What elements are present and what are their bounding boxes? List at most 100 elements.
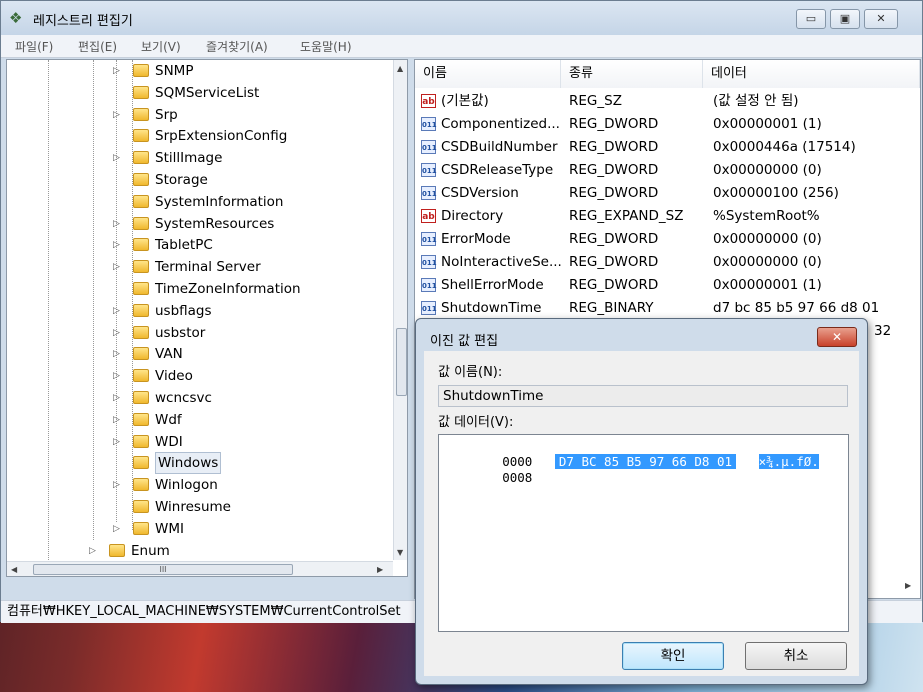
value-row[interactable]: 011 CSDBuildNumber REG_DWORD 0x0000446a (17…: [415, 136, 920, 159]
expand-arrow-icon[interactable]: ▷: [113, 409, 120, 431]
value-name: CSDBuildNumber: [441, 139, 558, 155]
tree-item-label: TabletPC: [155, 237, 213, 254]
menu-favorites[interactable]: 즐겨찾기(A): [206, 38, 268, 55]
menu-bar: 파일(F) 편집(E) 보기(V) 즐겨찾기(A) 도움말(H): [1, 35, 922, 58]
folder-icon: [133, 456, 149, 470]
expand-arrow-icon[interactable]: ▷: [113, 104, 120, 126]
value-row[interactable]: 011 ErrorMode REG_DWORD 0x00000000 (0): [415, 228, 920, 251]
key-tree-pane[interactable]: ▷ SNMP SQMServiceList ▷ Srp SrpExtensionConfi…: [6, 59, 408, 577]
scroll-up-arrow-icon[interactable]: ▲: [397, 64, 403, 73]
value-name: ShellErrorMode: [441, 277, 544, 293]
dialog-close-button[interactable]: ✕: [817, 327, 857, 347]
value-name-label: 값 이름(N):: [438, 365, 503, 380]
value-type: REG_DWORD: [569, 139, 659, 155]
folder-icon: [133, 500, 149, 513]
expand-arrow-icon[interactable]: ▷: [113, 213, 120, 235]
value-row[interactable]: ab (기본값) REG_SZ (값 설정 안 됨): [415, 90, 920, 113]
expand-arrow-icon[interactable]: ▷: [89, 540, 96, 562]
tree-scroll-thumb[interactable]: [396, 328, 407, 396]
value-row[interactable]: 011 ShutdownTime REG_BINARY d7 bc 85 b5 97 …: [415, 297, 920, 320]
scroll-left-arrow-icon[interactable]: ◀: [11, 565, 17, 574]
tree-item-label: SNMP: [155, 63, 194, 79]
value-row[interactable]: 011 CSDVersion REG_DWORD 0x00000100 (256): [415, 182, 920, 205]
folder-icon: [133, 282, 149, 295]
hex-bytes-selected[interactable]: D7 BC 85 B5 97 66 D8 01: [554, 454, 736, 469]
value-name: Directory: [441, 208, 504, 224]
status-path: 컴퓨터₩HKEY_LOCAL_MACHINE₩SYSTEM₩CurrentCon…: [7, 604, 401, 619]
cancel-button[interactable]: 취소: [745, 642, 847, 670]
value-type: REG_DWORD: [569, 231, 659, 247]
value-data: %SystemRoot%: [713, 208, 820, 224]
title-bar: ❖ 레지스트리 편집기 ▭ ▣ ✕: [1, 1, 922, 35]
tree-item-label: Storage: [155, 172, 208, 188]
tree-guide-line: [116, 60, 117, 522]
column-header-data[interactable]: 데이터: [703, 60, 920, 88]
value-data: 0x0000446a (17514): [713, 139, 856, 155]
expand-arrow-icon[interactable]: ▷: [113, 147, 120, 169]
tree-horizontal-scrollbar[interactable]: ◀ III ▶: [7, 561, 393, 576]
expand-arrow-icon[interactable]: ▷: [113, 343, 120, 365]
value-type: REG_SZ: [569, 93, 622, 109]
value-row[interactable]: 011 NoInteractiveSe... REG_DWORD 0x00000000…: [415, 251, 920, 274]
folder-icon: [109, 543, 125, 557]
expand-arrow-icon[interactable]: ▷: [113, 431, 120, 453]
expand-arrow-icon[interactable]: ▷: [113, 518, 120, 540]
value-data: (값 설정 안 됨): [713, 93, 799, 109]
expand-arrow-icon[interactable]: ▷: [113, 300, 120, 322]
binary-value-icon: 011: [421, 186, 437, 200]
tree-item-label: Wdf: [155, 411, 182, 428]
binary-value-icon: 011: [421, 163, 437, 177]
expand-arrow-icon[interactable]: ▷: [113, 365, 120, 387]
close-button[interactable]: ✕: [864, 9, 898, 29]
value-data: d7 bc 85 b5 97 66 d8 01: [713, 300, 880, 316]
folder-icon: [133, 303, 149, 317]
value-name: NoInteractiveSe...: [441, 254, 562, 270]
expand-arrow-icon[interactable]: ▷: [113, 322, 120, 344]
list-scroll-right-arrow-icon[interactable]: ▶: [905, 581, 911, 590]
value-name: (기본값): [441, 93, 489, 109]
folder-icon: [133, 151, 149, 165]
binary-value-icon: 011: [421, 140, 437, 154]
expand-arrow-icon[interactable]: ▷: [113, 474, 120, 496]
value-type: REG_BINARY: [569, 300, 654, 316]
tree-item-label: WMI: [155, 520, 184, 537]
value-type: REG_DWORD: [569, 116, 659, 132]
partial-data-text: 32: [874, 323, 892, 339]
scroll-right-arrow-icon[interactable]: ▶: [377, 565, 383, 574]
value-row[interactable]: 011 CSDReleaseType REG_DWORD 0x00000000 (0): [415, 159, 920, 182]
column-header-name[interactable]: 이름: [415, 60, 561, 88]
binary-data-editor[interactable]: 0000 D7 BC 85 B5 97 66 D8 01 ×¾.µ.fØ. 00…: [438, 434, 849, 632]
value-data: 0x00000001 (1): [713, 116, 822, 132]
value-row[interactable]: 011 Componentized... REG_DWORD 0x00000001 (…: [415, 113, 920, 136]
string-value-icon: ab: [421, 209, 436, 223]
column-header-type[interactable]: 종류: [561, 60, 703, 88]
value-row[interactable]: ab Directory REG_EXPAND_SZ %SystemRoot%: [415, 205, 920, 228]
tree-vertical-scrollbar[interactable]: ▲ ▼: [393, 60, 407, 560]
binary-value-icon: 011: [421, 278, 437, 292]
folder-icon: [133, 412, 149, 426]
scroll-down-arrow-icon[interactable]: ▼: [397, 548, 403, 557]
tree-hscroll-thumb[interactable]: III: [33, 564, 293, 575]
minimize-button[interactable]: ▭: [796, 9, 826, 29]
folder-icon: [133, 64, 149, 77]
folder-icon: [133, 369, 149, 383]
folder-icon: [133, 129, 149, 143]
menu-help[interactable]: 도움말(H): [300, 38, 352, 55]
menu-view[interactable]: 보기(V): [141, 38, 181, 55]
expand-arrow-icon[interactable]: ▷: [113, 234, 120, 256]
value-name: ErrorMode: [441, 231, 511, 247]
expand-arrow-icon[interactable]: ▷: [113, 60, 120, 82]
ok-button[interactable]: 확인: [622, 642, 724, 670]
maximize-button[interactable]: ▣: [830, 9, 860, 29]
tree-item-label: Winlogon: [155, 477, 218, 494]
hex-ascii-selected[interactable]: ×¾.µ.fØ.: [758, 454, 819, 469]
tree-item-label: Srp: [155, 106, 178, 123]
binary-value-icon: 011: [421, 232, 437, 246]
menu-edit[interactable]: 편집(E): [78, 38, 117, 55]
menu-file[interactable]: 파일(F): [15, 38, 53, 55]
folder-icon: [133, 216, 149, 230]
expand-arrow-icon[interactable]: ▷: [113, 387, 120, 409]
value-row[interactable]: 011 ShellErrorMode REG_DWORD 0x00000001 (1): [415, 274, 920, 297]
value-data: 0x00000000 (0): [713, 231, 822, 247]
expand-arrow-icon[interactable]: ▷: [113, 256, 120, 278]
